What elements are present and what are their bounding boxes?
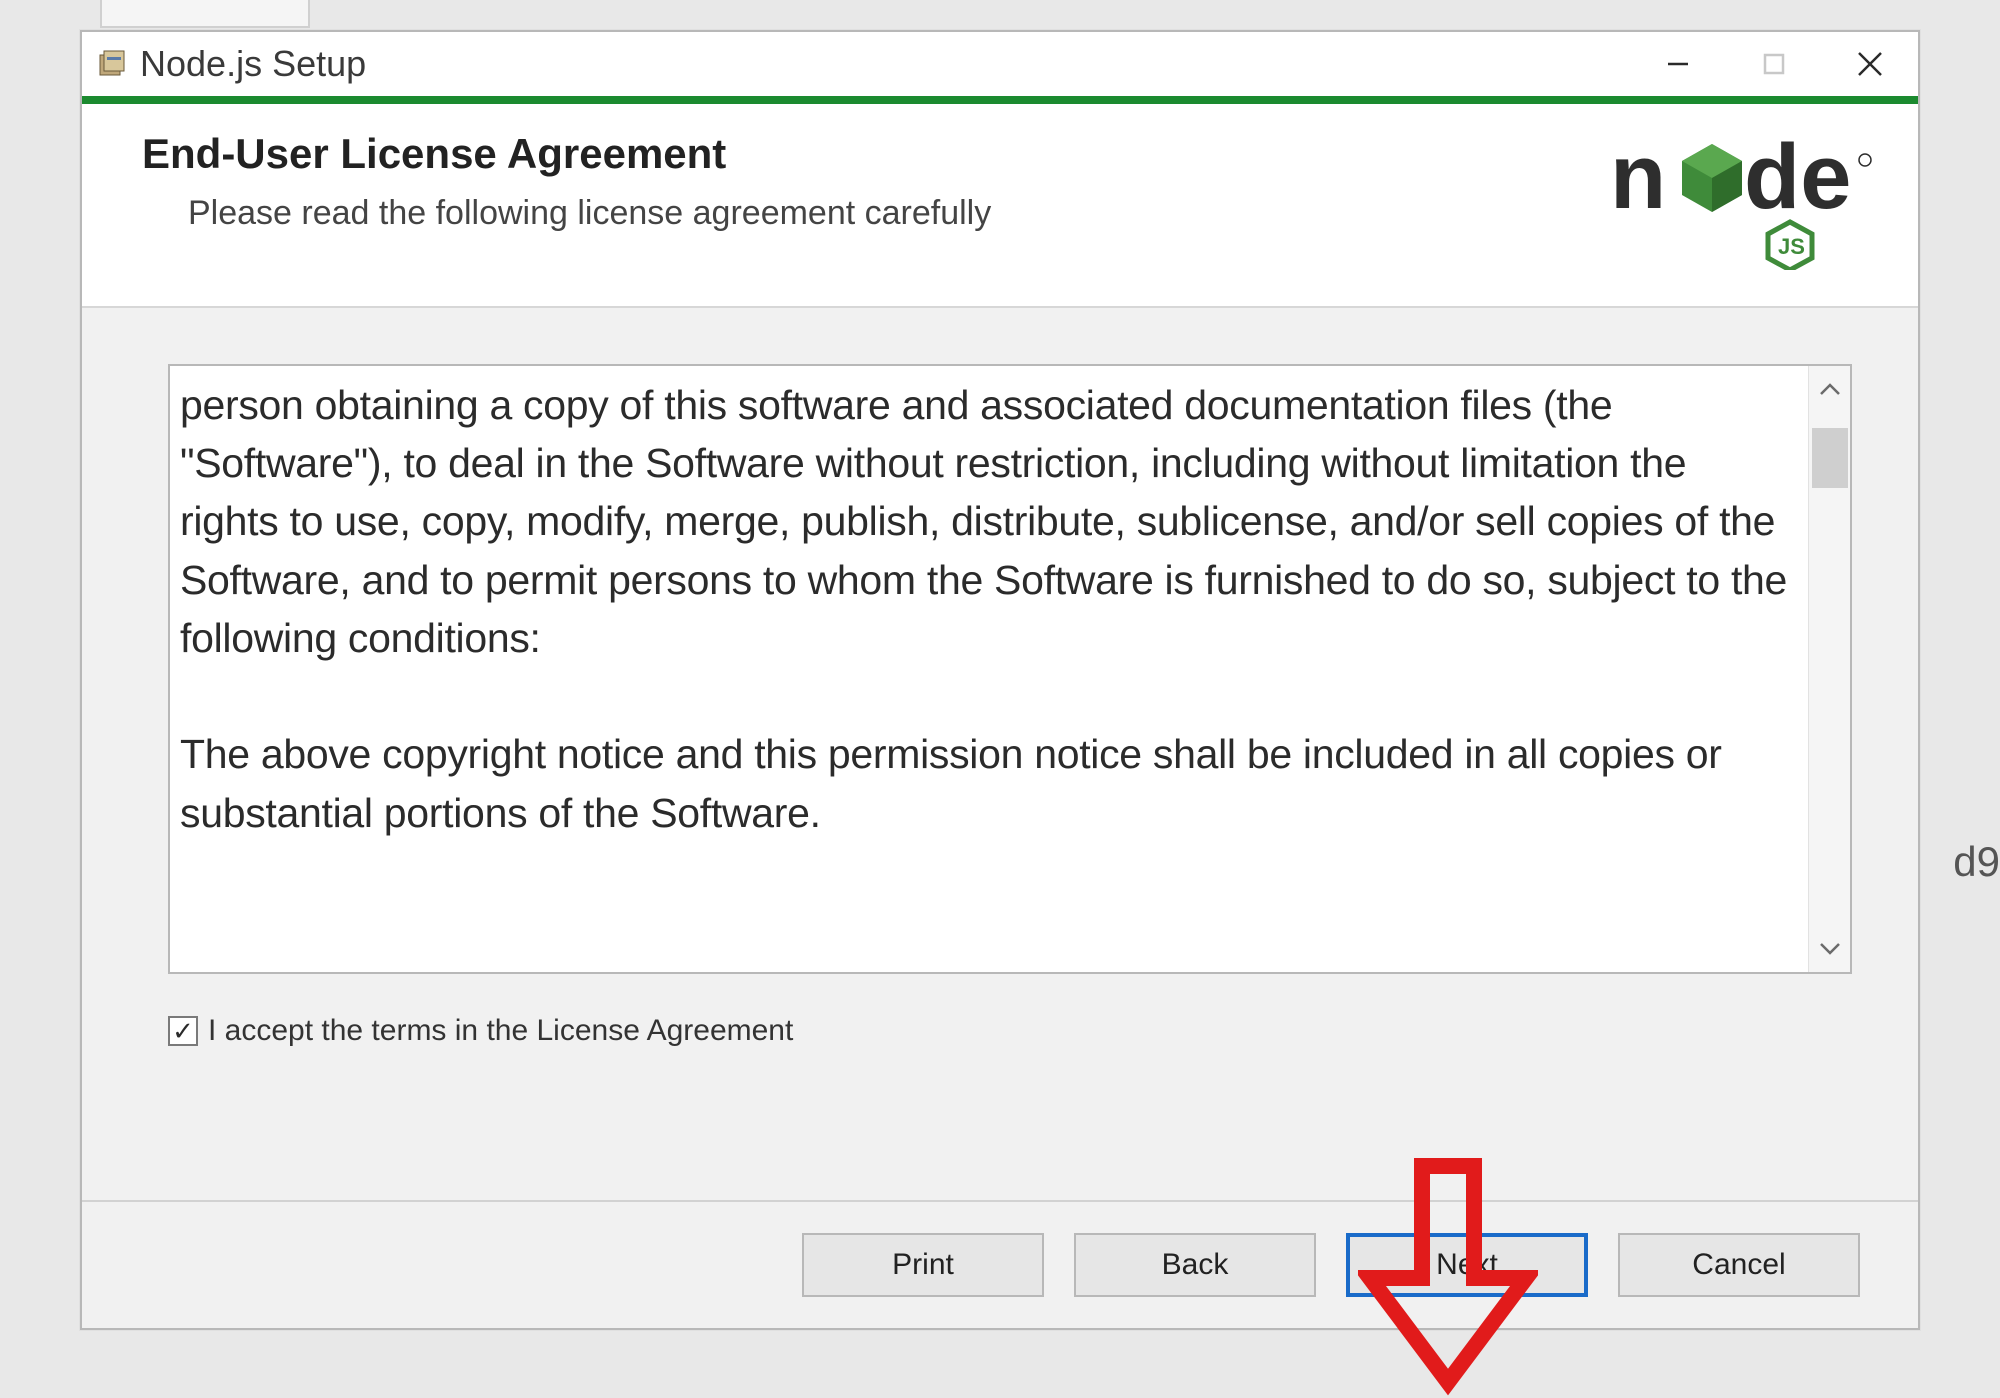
installer-icon <box>96 48 128 80</box>
accept-row: ✓ I accept the terms in the License Agre… <box>168 1014 1852 1048</box>
background-tab-fragment <box>100 0 310 28</box>
titlebar: Node.js Setup <box>82 32 1918 96</box>
content-area: person obtaining a copy of this software… <box>82 308 1918 1200</box>
background-text-fragment: d9 <box>1953 838 2000 886</box>
close-button[interactable] <box>1822 32 1918 96</box>
page-subtitle: Please read the following license agreem… <box>188 194 1608 233</box>
minimize-button[interactable] <box>1630 32 1726 96</box>
installer-dialog: Node.js Setup End-User License Agreement… <box>80 30 1920 1330</box>
header-divider <box>82 96 1918 104</box>
scrollbar[interactable] <box>1808 366 1850 972</box>
accept-checkbox[interactable]: ✓ <box>168 1016 198 1046</box>
back-button[interactable]: Back <box>1074 1233 1316 1297</box>
svg-text:de: de <box>1744 130 1851 228</box>
license-paragraph-2: The above copyright notice and this perm… <box>180 725 1794 841</box>
license-body[interactable]: person obtaining a copy of this software… <box>170 366 1808 972</box>
print-button[interactable]: Print <box>802 1233 1044 1297</box>
scroll-thumb[interactable] <box>1812 428 1848 488</box>
scroll-down-icon[interactable] <box>1809 926 1851 972</box>
license-textbox: person obtaining a copy of this software… <box>168 364 1852 974</box>
page-title: End-User License Agreement <box>142 130 1608 178</box>
window-controls <box>1630 32 1918 96</box>
scroll-up-icon[interactable] <box>1809 366 1851 412</box>
license-paragraph-1: person obtaining a copy of this software… <box>180 376 1794 667</box>
svg-text:JS: JS <box>1778 234 1805 259</box>
node-logo-icon: n de JS <box>1608 130 1878 270</box>
accept-label[interactable]: I accept the terms in the License Agreem… <box>208 1014 793 1048</box>
window-title: Node.js Setup <box>140 43 366 85</box>
next-button[interactable]: Next <box>1346 1233 1588 1297</box>
button-footer: Print Back Next Cancel <box>82 1200 1918 1328</box>
maximize-button <box>1726 32 1822 96</box>
checkmark-icon: ✓ <box>172 1018 194 1044</box>
cancel-button[interactable]: Cancel <box>1618 1233 1860 1297</box>
page-header: End-User License Agreement Please read t… <box>82 104 1918 308</box>
svg-text:n: n <box>1610 130 1666 228</box>
